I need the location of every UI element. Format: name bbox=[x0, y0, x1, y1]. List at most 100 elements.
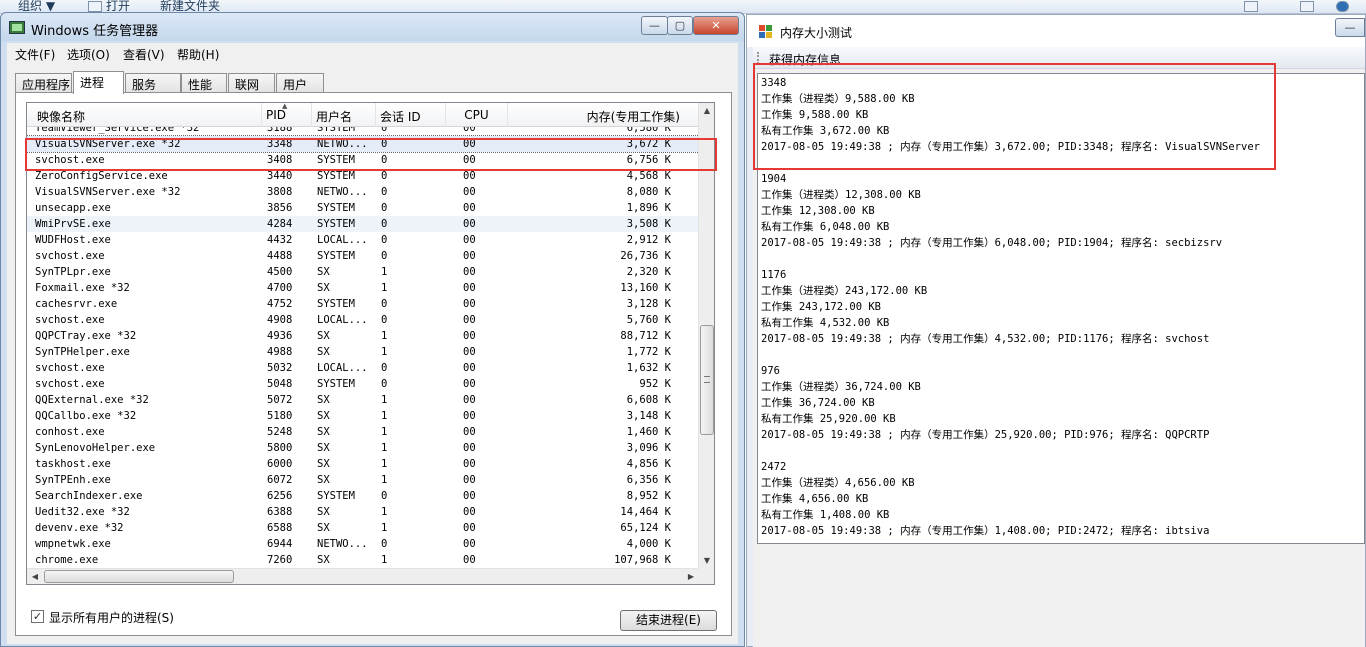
table-row[interactable]: conhost.exe 5248 SX 1 00 1,460 K bbox=[27, 424, 699, 440]
cell-session: 1 bbox=[381, 266, 388, 278]
cell-mem: 8,952 K bbox=[626, 490, 671, 502]
show-all-users-label[interactable]: 显示所有用户的进程(S) bbox=[49, 609, 174, 626]
table-row[interactable]: SynTPLpr.exe 4500 SX 1 00 2,320 K bbox=[27, 264, 699, 280]
cell-mem: 4,856 K bbox=[626, 458, 671, 470]
table-row[interactable]: TeamViewer_Service.exe *32 3188 SYSTEM 0 00 6… bbox=[27, 127, 699, 136]
table-row[interactable]: SynTPEnh.exe 6072 SX 1 00 6,356 K bbox=[27, 472, 699, 488]
table-row[interactable]: taskhost.exe 6000 SX 1 00 4,856 K bbox=[27, 456, 699, 472]
memory-test-titlebar[interactable]: 内存大小测试 — bbox=[747, 15, 1365, 47]
table-row[interactable]: QQExternal.exe *32 5072 SX 1 00 6,608 K bbox=[27, 392, 699, 408]
table-row[interactable]: devenv.exe *32 6588 SX 1 00 65,124 K bbox=[27, 520, 699, 536]
view-options-icon[interactable] bbox=[1244, 1, 1258, 12]
menu-view[interactable]: 查看(V) bbox=[123, 46, 165, 63]
cell-pid: 4988 bbox=[267, 346, 293, 358]
table-row[interactable]: chrome.exe 7260 SX 1 00 107,968 K bbox=[27, 552, 699, 568]
table-row[interactable]: QQCallbo.exe *32 5180 SX 1 00 3,148 K bbox=[27, 408, 699, 424]
table-row[interactable]: svchost.exe 4908 LOCAL... 0 00 5,760 K bbox=[27, 312, 699, 328]
table-row[interactable]: svchost.exe 3408 SYSTEM 0 00 6,756 K bbox=[27, 152, 699, 168]
column-cpu[interactable]: CPU bbox=[446, 103, 508, 127]
close-button[interactable]: ✕ bbox=[693, 16, 739, 35]
cell-cpu: 00 bbox=[463, 330, 476, 342]
cell-session: 0 bbox=[381, 170, 388, 182]
table-row[interactable]: svchost.exe 4488 SYSTEM 0 00 26,736 K bbox=[27, 248, 699, 264]
memory-test-minimize-button[interactable]: — bbox=[1335, 18, 1365, 37]
table-row[interactable]: wmpnetwk.exe 6944 NETWO... 0 00 4,000 K bbox=[27, 536, 699, 552]
horizontal-scrollbar[interactable]: ◀ ▶ bbox=[27, 568, 699, 584]
column-memory[interactable]: 内存(专用工作集) bbox=[508, 103, 699, 127]
table-row[interactable]: WmiPrvSE.exe 4284 SYSTEM 0 00 3,508 K bbox=[27, 216, 699, 232]
cell-name: svchost.exe bbox=[35, 154, 105, 166]
cell-pid: 3440 bbox=[267, 170, 293, 182]
cell-mem: 4,568 K bbox=[626, 170, 671, 182]
output-line: 3348 bbox=[761, 77, 787, 89]
output-line: 2017-08-05 19:49:38 ; 内存（专用工作集）25,920.00… bbox=[761, 429, 1210, 441]
cell-pid: 3808 bbox=[267, 186, 293, 198]
cell-name: taskhost.exe bbox=[35, 458, 111, 470]
tab-users[interactable]: 用户 bbox=[276, 73, 324, 93]
show-all-users-checkbox[interactable]: ✓ bbox=[31, 610, 44, 623]
process-list-body: TeamViewer_Service.exe *32 3188 SYSTEM 0 00 6… bbox=[27, 127, 699, 569]
scroll-right-icon[interactable]: ▶ bbox=[683, 569, 699, 584]
tab-applications[interactable]: 应用程序 bbox=[15, 73, 72, 93]
task-manager-titlebar[interactable]: Windows 任务管理器 — ▢ ✕ bbox=[1, 13, 744, 41]
task-manager-window: Windows 任务管理器 — ▢ ✕ 文件(F) 选项(O) 查看(V) 帮助… bbox=[0, 12, 745, 647]
horizontal-scroll-thumb[interactable] bbox=[44, 570, 234, 583]
table-row[interactable]: SynTPHelper.exe 4988 SX 1 00 1,772 K bbox=[27, 344, 699, 360]
table-row[interactable]: cachesrvr.exe 4752 SYSTEM 0 00 3,128 K bbox=[27, 296, 699, 312]
cell-pid: 6388 bbox=[267, 506, 293, 518]
maximize-button[interactable]: ▢ bbox=[667, 16, 693, 35]
vertical-scroll-thumb[interactable] bbox=[700, 325, 714, 435]
cell-pid: 3408 bbox=[267, 154, 293, 166]
table-row[interactable]: svchost.exe 5048 SYSTEM 0 00 952 K bbox=[27, 376, 699, 392]
table-row[interactable]: Foxmail.exe *32 4700 SX 1 00 13,160 K bbox=[27, 280, 699, 296]
table-row[interactable]: QQPCTray.exe *32 4936 SX 1 00 88,712 K bbox=[27, 328, 699, 344]
cell-user: SX bbox=[317, 394, 330, 406]
tab-performance[interactable]: 性能 bbox=[181, 73, 227, 93]
output-line: 1176 bbox=[761, 269, 787, 281]
output-line: 1904 bbox=[761, 173, 787, 185]
preview-pane-icon[interactable] bbox=[1300, 1, 1314, 12]
output-line: 2472 bbox=[761, 461, 787, 473]
cell-cpu: 00 bbox=[463, 218, 476, 230]
column-image-name[interactable]: 映像名称 bbox=[27, 103, 262, 127]
cell-session: 1 bbox=[381, 554, 388, 566]
scroll-down-icon[interactable]: ▼ bbox=[699, 553, 714, 569]
process-list[interactable]: 映像名称 ▲ PID 用户名 会话 ID CPU 内存(专用工作集) TeamV… bbox=[26, 102, 715, 585]
minimize-button[interactable]: — bbox=[641, 16, 668, 35]
output-line: 私有工作集 3,672.00 KB bbox=[761, 125, 890, 137]
cell-name: QQCallbo.exe *32 bbox=[35, 410, 137, 422]
end-process-button[interactable]: 结束进程(E) bbox=[620, 610, 717, 631]
open-icon bbox=[88, 1, 102, 12]
tab-networking[interactable]: 联网 bbox=[228, 73, 275, 93]
cell-user: LOCAL... bbox=[317, 234, 368, 246]
scroll-left-icon[interactable]: ◀ bbox=[27, 569, 43, 584]
get-memory-info-button[interactable]: 获得内存信息 bbox=[769, 51, 841, 68]
menu-help[interactable]: 帮助(H) bbox=[177, 46, 219, 63]
menu-options[interactable]: 选项(O) bbox=[67, 46, 110, 63]
table-row[interactable]: svchost.exe 5032 LOCAL... 0 00 1,632 K bbox=[27, 360, 699, 376]
scroll-up-icon[interactable]: ▲ bbox=[699, 103, 714, 119]
table-row[interactable]: VisualSVNServer.exe *32 3808 NETWO... 0 00 8,… bbox=[27, 184, 699, 200]
cell-pid: 5248 bbox=[267, 426, 293, 438]
menu-file[interactable]: 文件(F) bbox=[15, 46, 55, 63]
table-row[interactable]: WUDFHost.exe 4432 LOCAL... 0 00 2,912 K bbox=[27, 232, 699, 248]
table-row[interactable]: SynLenovoHelper.exe 5800 SX 1 00 3,096 K bbox=[27, 440, 699, 456]
table-row[interactable]: unsecapp.exe 3856 SYSTEM 0 00 1,896 K bbox=[27, 200, 699, 216]
table-row[interactable]: SearchIndexer.exe 6256 SYSTEM 0 00 8,952 K bbox=[27, 488, 699, 504]
cell-session: 1 bbox=[381, 410, 388, 422]
tab-services[interactable]: 服务 bbox=[125, 73, 181, 93]
cell-cpu: 00 bbox=[463, 202, 476, 214]
table-row[interactable]: Uedit32.exe *32 6388 SX 1 00 14,464 K bbox=[27, 504, 699, 520]
vertical-scrollbar[interactable]: ▲ ▼ bbox=[698, 103, 714, 569]
column-session-id[interactable]: 会话 ID bbox=[376, 103, 446, 127]
tab-processes[interactable]: 进程 bbox=[73, 71, 124, 94]
column-pid[interactable]: ▲ PID bbox=[262, 103, 312, 127]
cell-mem: 6,356 K bbox=[626, 474, 671, 486]
cell-pid: 6256 bbox=[267, 490, 293, 502]
table-row[interactable]: ZeroConfigService.exe 3440 SYSTEM 0 00 4,568 … bbox=[27, 168, 699, 184]
memory-output-textbox[interactable]: 3348 工作集（进程类）9,588.00 KB 工作集 9,588.00 KB 私有… bbox=[757, 73, 1365, 544]
column-username[interactable]: 用户名 bbox=[312, 103, 376, 127]
cell-cpu: 00 bbox=[463, 458, 476, 470]
help-icon[interactable] bbox=[1336, 1, 1349, 12]
table-row[interactable]: VisualSVNServer.exe *32 3348 NETWO... 0 00 3,… bbox=[27, 135, 699, 153]
